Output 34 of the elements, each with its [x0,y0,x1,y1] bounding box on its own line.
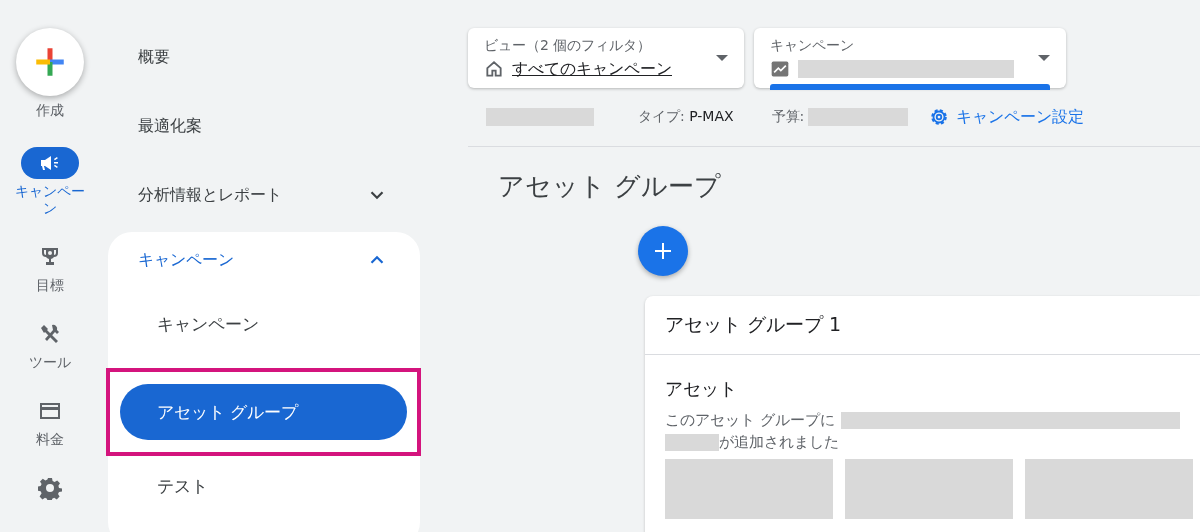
caret-icon [1038,55,1050,61]
dropdown-label: ビュー（2 個のフィルタ） [484,36,653,55]
rail-pill[interactable] [21,147,79,179]
nav-group-header[interactable]: キャンペーン [108,244,420,276]
card-title: アセット グループ 1 [645,296,1200,355]
settings-link[interactable]: キャンペーン設定 [928,106,1085,128]
page-title: アセット グループ [498,170,723,203]
caret-icon [716,55,728,61]
add-button[interactable] [638,226,688,276]
chart-icon [770,59,790,79]
nav-item[interactable]: 概要 [108,36,420,78]
info-field: タイプ: P-MAX [638,108,734,126]
nav-subitem[interactable]: アセット グループ [120,384,407,440]
home-icon [484,59,504,79]
info-label: 予算: [771,108,805,126]
create-button[interactable] [16,28,84,96]
filter-dropdown[interactable]: ビュー（2 個のフィルタ） すべてのキャンペーン [468,28,744,88]
plus-icon [35,47,65,77]
rail-label[interactable]: 目標 [12,277,88,294]
redacted-block [665,433,719,451]
create-label: 作成 [35,102,65,119]
nav-subitem[interactable]: キャンペーン [120,296,407,352]
nav-item[interactable]: 分析情報とレポート [108,174,420,216]
section-title: アセット [665,377,738,401]
description-text: このアセット グループに [665,410,835,431]
dropdown-label: キャンペーン [770,37,855,55]
nav-item[interactable]: 最適化案 [108,105,420,147]
description-text: が追加されました [719,432,839,453]
rail-label[interactable]: ツール [12,354,88,371]
nav-subitem[interactable]: テスト [120,458,407,514]
rail-label[interactable]: 料金 [12,431,88,448]
dropdown-value[interactable]: すべてのキャンペーン [512,58,672,80]
rail-label[interactable]: キャンペーン [12,183,88,217]
filter-dropdown[interactable]: キャンペーン [754,28,1066,88]
